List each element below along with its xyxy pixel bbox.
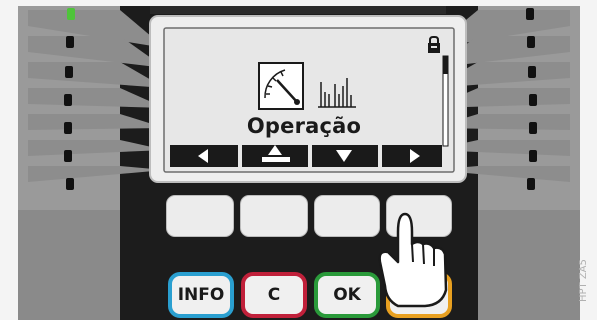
- ctrl-button[interactable]: CTRL: [386, 272, 452, 318]
- side-code-label: HPT ZA5: [578, 259, 589, 302]
- measurement-meter-icon: [258, 62, 304, 110]
- softkey-button-2[interactable]: [240, 195, 308, 237]
- softkey-bar: [170, 145, 442, 167]
- scrollbar-thumb[interactable]: [443, 56, 448, 74]
- menu-label: Operação: [246, 114, 362, 138]
- softkey-button-4[interactable]: [386, 195, 452, 237]
- ok-button[interactable]: OK: [314, 272, 380, 318]
- led-green: [67, 8, 75, 20]
- c-button[interactable]: C: [241, 272, 307, 318]
- softkey-button-1[interactable]: [166, 195, 234, 237]
- softkey-button-3[interactable]: [314, 195, 380, 237]
- device-front-panel: Operação INFO C OK CTRL HPT ZA5: [0, 0, 597, 320]
- info-button[interactable]: INFO: [168, 272, 234, 318]
